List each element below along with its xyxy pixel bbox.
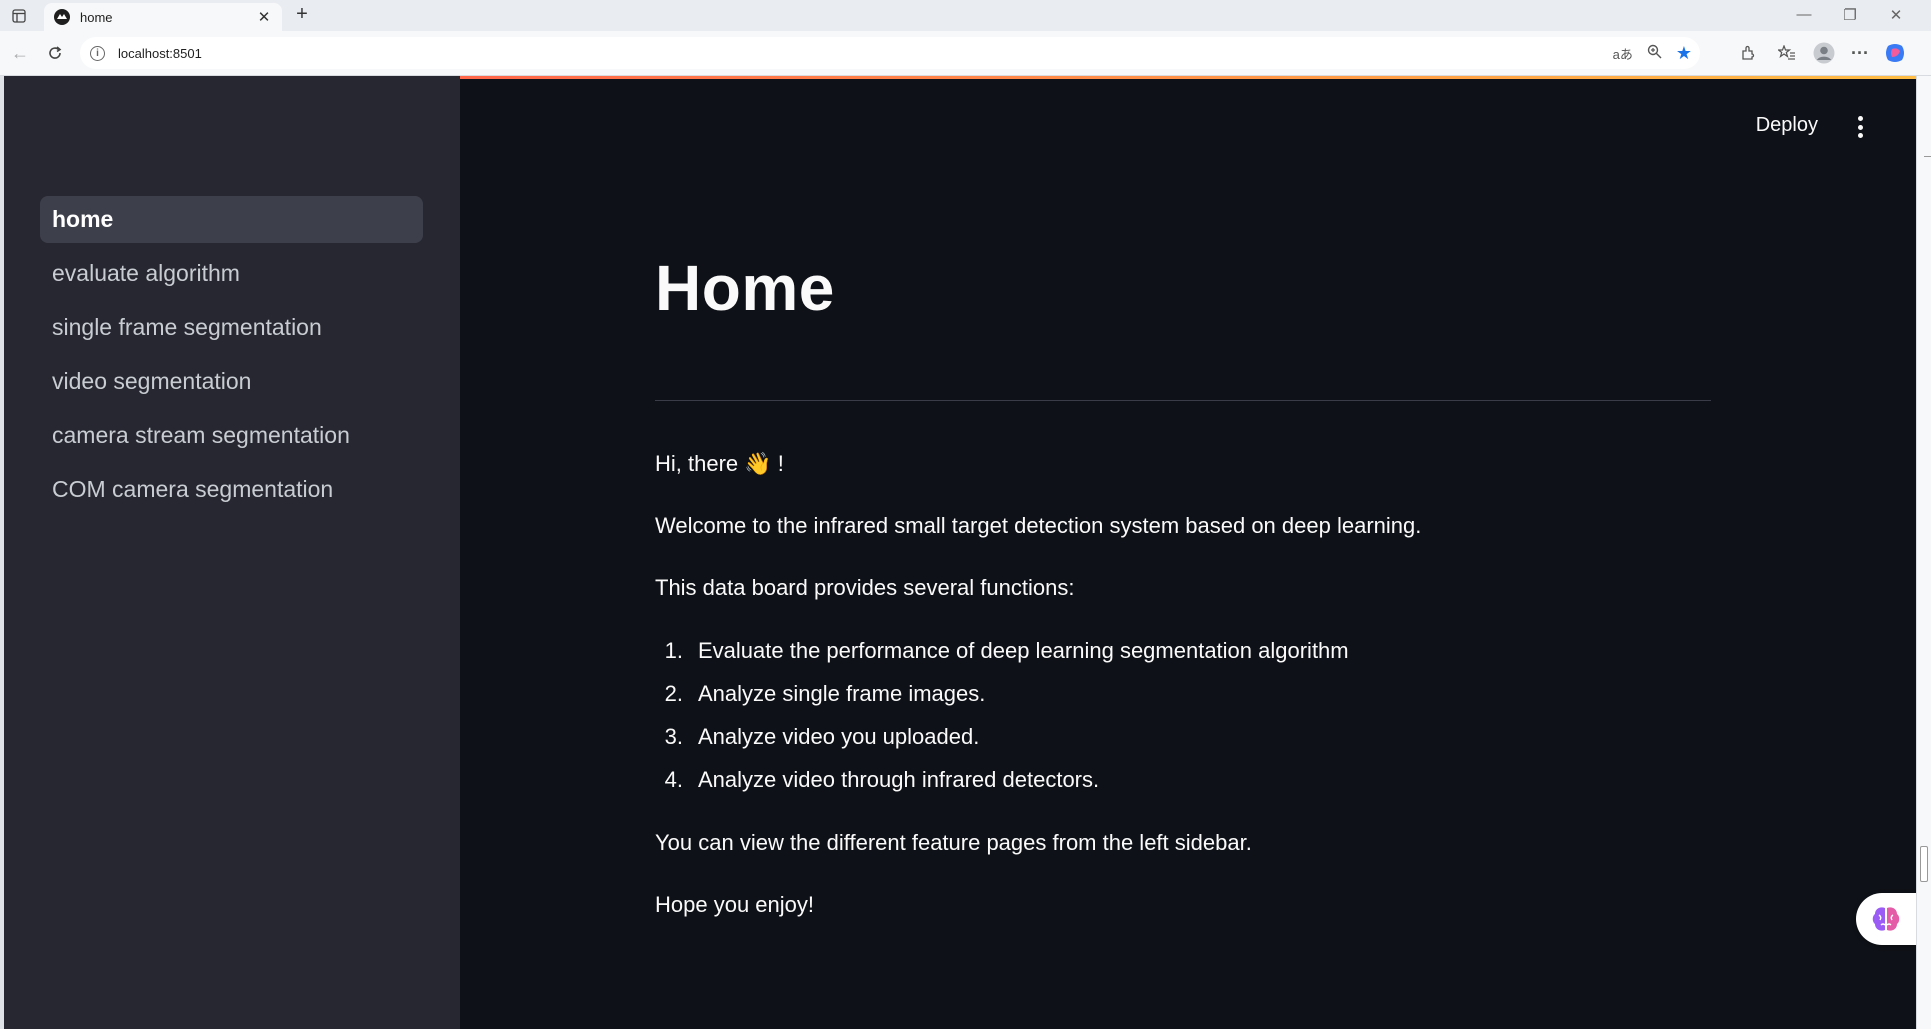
streamlit-favicon-icon [54,9,70,25]
copilot-icon[interactable] [1884,42,1906,64]
sidebar-item-com-camera-segmentation[interactable]: COM camera segmentation [40,466,423,513]
sidebar-item-evaluate-algorithm[interactable]: evaluate algorithm [40,250,423,297]
back-icon[interactable]: ← [9,42,31,64]
list-item: 3. Analyze video you uploaded. [655,724,980,750]
welcome-text: Welcome to the infrared small target det… [655,513,1422,538]
profile-avatar-icon[interactable] [1813,42,1835,64]
browser-tab[interactable]: home ✕ [44,3,282,31]
browser-titlebar: home ✕ + — ❐ ✕ [0,0,1931,31]
list-item: 1. Evaluate the performance of deep learn… [655,638,1349,664]
minimize-icon[interactable]: — [1794,6,1814,23]
list-number: 2. [664,681,683,706]
list-item: 2. Analyze single frame images. [655,681,986,707]
zoom-icon[interactable] [1647,44,1662,64]
new-tab-button[interactable]: + [291,4,313,26]
divider [1924,156,1931,157]
main-content: Deploy Home Hi, there 👋 ! Welcome to the… [460,76,1916,1029]
scrollbar-thumb[interactable] [1920,846,1928,882]
favorite-star-icon[interactable]: ★ [1676,43,1692,64]
streamlit-app: home evaluate algorithm single frame seg… [4,76,1916,1029]
main-menu-icon[interactable] [1856,116,1864,138]
list-text: Analyze video you uploaded. [698,724,980,749]
list-text: Analyze single frame images. [698,681,986,706]
address-bar[interactable]: i localhost:8501 aあ ★ [80,37,1700,69]
page-title: Home [655,252,835,324]
closing-text: Hope you enjoy! [655,892,814,917]
sidebar-item-video-segmentation[interactable]: video segmentation [40,358,423,405]
site-info-icon[interactable]: i [90,45,105,61]
list-item: 4. Analyze video through infrared detecto… [655,767,1099,793]
sidebar-item-label: video segmentation [52,368,252,394]
tab-close-icon[interactable]: ✕ [256,8,272,26]
sidebar-item-label: evaluate algorithm [52,260,240,286]
sidebar-item-label: COM camera segmentation [52,476,334,502]
browser-toolbar: ← i localhost:8501 aあ ★ ··· [0,31,1931,76]
sidebar-item-label: camera stream segmentation [52,422,350,448]
list-number: 4. [664,767,683,792]
url-text: localhost:8501 [118,45,202,61]
assistant-brain-button[interactable] [1856,893,1916,945]
tab-title: home [80,9,113,25]
list-text: Analyze video through infrared detectors… [698,767,1100,792]
sidebar-item-label: single frame segmentation [52,314,322,340]
sidebar-item-single-frame-segmentation[interactable]: single frame segmentation [40,304,423,351]
reload-icon[interactable] [44,42,66,64]
brain-icon [1872,907,1900,931]
sidebar-hint-text: You can view the different feature pages… [655,830,1252,855]
restore-icon[interactable]: ❐ [1840,6,1860,24]
intro-text: This data board provides several functio… [655,575,1075,600]
more-options-icon[interactable]: ··· [1849,42,1871,64]
extensions-icon[interactable] [1737,42,1759,64]
greeting-text: Hi, there 👋 ! [655,451,784,476]
tab-actions-icon[interactable] [10,7,28,25]
divider [655,400,1711,401]
close-window-icon[interactable]: ✕ [1886,6,1906,24]
sidebar-item-camera-stream-segmentation[interactable]: camera stream segmentation [40,412,423,459]
list-text: Evaluate the performance of deep learnin… [698,638,1349,663]
browser-sidebar-strip [1916,76,1931,1029]
sidebar: home evaluate algorithm single frame seg… [4,76,460,1029]
list-number: 3. [664,724,683,749]
list-number: 1. [664,638,683,663]
favorites-icon[interactable] [1776,42,1798,64]
sidebar-item-label: home [52,206,114,232]
sidebar-item-home[interactable]: home [40,196,423,243]
deploy-button[interactable]: Deploy [1756,114,1818,137]
read-aloud-icon[interactable]: aあ [1613,44,1633,63]
